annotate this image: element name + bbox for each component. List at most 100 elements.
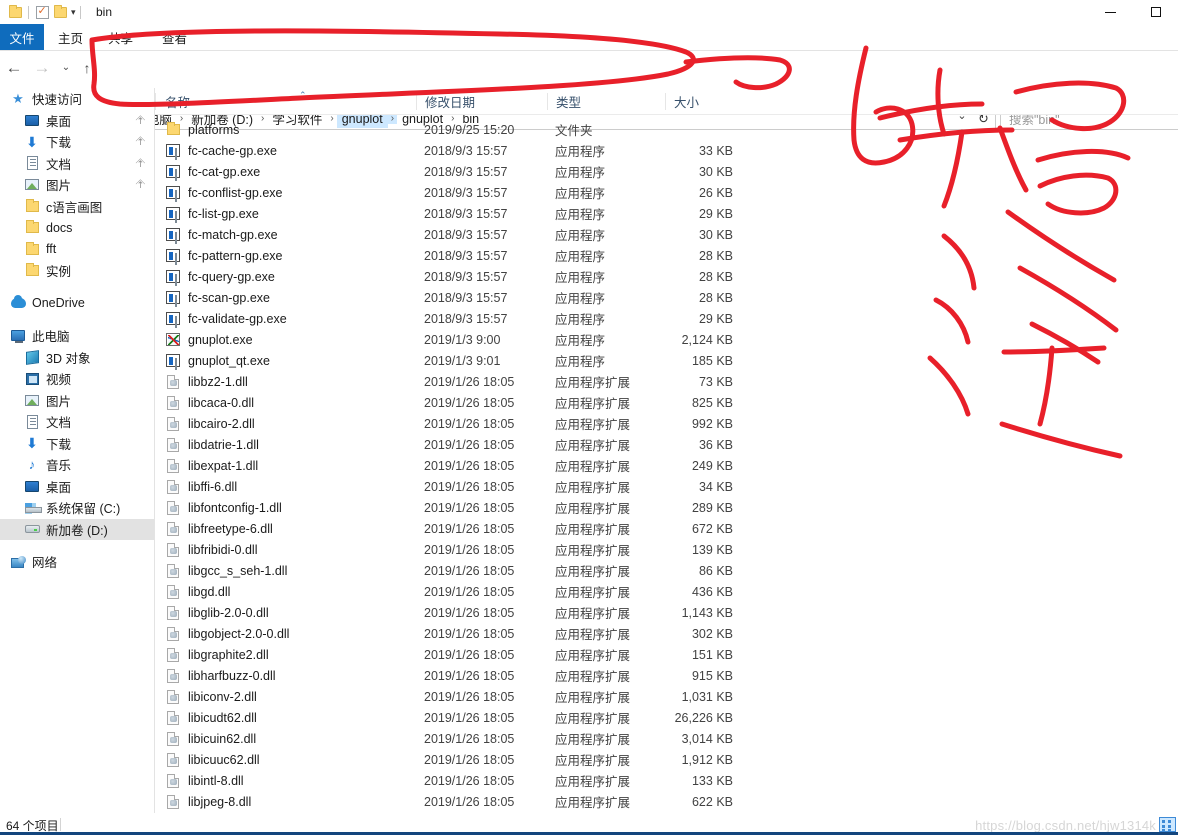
tab-home[interactable]: 主页 [58, 24, 83, 50]
up-button[interactable]: ↑ [76, 51, 98, 84]
new-folder-icon[interactable] [51, 4, 69, 22]
table-row[interactable]: libexpat-1.dll 2019/1/26 18:05 应用程序扩展 249 K… [155, 455, 1178, 476]
file-name-cell[interactable]: fc-cache-gp.exe [165, 143, 277, 159]
table-row[interactable]: gnuplot.exe 2019/1/3 9:00 应用程序 2,124 KB [155, 329, 1178, 350]
sidebar-item-6[interactable]: docs [0, 217, 154, 239]
file-name-cell[interactable]: libexpat-1.dll [165, 458, 258, 474]
tab-share[interactable]: 共享 [108, 24, 133, 50]
table-row[interactable]: libicuin62.dll 2019/1/26 18:05 应用程序扩展 3,014… [155, 728, 1178, 749]
table-row[interactable]: libiconv-2.dll 2019/1/26 18:05 应用程序扩展 1,031… [155, 686, 1178, 707]
sidebar-item-2[interactable]: ⬇ 下载 ⇱ [0, 131, 154, 153]
table-row[interactable]: libgd.dll 2019/1/26 18:05 应用程序扩展 436 KB [155, 581, 1178, 602]
table-row[interactable]: libbz2-1.dll 2019/1/26 18:05 应用程序扩展 73 KB [155, 371, 1178, 392]
sidebar-item-20[interactable]: 系统保留 (C:) [0, 497, 154, 519]
table-row[interactable]: gnuplot_qt.exe 2019/1/3 9:01 应用程序 185 KB [155, 350, 1178, 371]
sidebar-item-12[interactable]: 此电脑 [0, 325, 154, 347]
table-row[interactable]: fc-pattern-gp.exe 2018/9/3 15:57 应用程序 28 KB [155, 245, 1178, 266]
file-name-cell[interactable]: platforms [165, 122, 239, 138]
minimize-button[interactable] [1088, 0, 1133, 24]
pin-icon[interactable]: ⇱ [134, 178, 146, 191]
column-header-name[interactable]: 名称 ⌃ [165, 88, 307, 115]
file-name-cell[interactable]: fc-validate-gp.exe [165, 311, 287, 327]
table-row[interactable]: libffi-6.dll 2019/1/26 18:05 应用程序扩展 34 KB [155, 476, 1178, 497]
sidebar-item-7[interactable]: fft [0, 239, 154, 261]
file-name-cell[interactable]: libdatrie-1.dll [165, 437, 259, 453]
sidebar-item-19[interactable]: 桌面 [0, 476, 154, 498]
file-name-cell[interactable]: libicuin62.dll [165, 731, 256, 747]
file-name-cell[interactable]: fc-cat-gp.exe [165, 164, 260, 180]
sidebar-item-8[interactable]: 实例 [0, 260, 154, 282]
table-row[interactable]: fc-validate-gp.exe 2018/9/3 15:57 应用程序 29 K… [155, 308, 1178, 329]
navigation-pane[interactable]: ★ 快速访问 桌面 ⇱ ⬇ 下载 ⇱ 文档 ⇱ 图片 ⇱ c语言画图 docs fft 实例 OneDrive… [0, 88, 154, 813]
chevron-down-icon[interactable]: ▾ [71, 7, 76, 18]
table-row[interactable]: libcaca-0.dll 2019/1/26 18:05 应用程序扩展 825 KB [155, 392, 1178, 413]
file-name-cell[interactable]: fc-list-gp.exe [165, 206, 259, 222]
properties-checkbox-icon[interactable] [33, 4, 51, 22]
sidebar-item-23[interactable]: 网络 [0, 551, 154, 573]
sidebar-item-14[interactable]: 视频 [0, 368, 154, 390]
table-row[interactable]: fc-scan-gp.exe 2018/9/3 15:57 应用程序 28 KB [155, 287, 1178, 308]
sidebar-item-17[interactable]: ⬇ 下载 [0, 433, 154, 455]
table-row[interactable]: fc-list-gp.exe 2018/9/3 15:57 应用程序 29 KB [155, 203, 1178, 224]
sidebar-item-18[interactable]: ♪ 音乐 [0, 454, 154, 476]
file-name-cell[interactable]: libfreetype-6.dll [165, 521, 273, 537]
table-row[interactable]: libdatrie-1.dll 2019/1/26 18:05 应用程序扩展 36 K… [155, 434, 1178, 455]
sidebar-item-0[interactable]: ★ 快速访问 [0, 88, 154, 110]
back-button[interactable]: ← [0, 51, 28, 84]
table-row[interactable]: libicudt62.dll 2019/1/26 18:05 应用程序扩展 26,22… [155, 707, 1178, 728]
file-name-cell[interactable]: libiconv-2.dll [165, 689, 257, 705]
tab-file[interactable]: 文件 [0, 24, 44, 50]
file-name-cell[interactable]: fc-conflist-gp.exe [165, 185, 282, 201]
sidebar-item-21[interactable]: 新加卷 (D:) [0, 518, 154, 540]
recent-locations-chevron-down-icon[interactable]: ⌄ [56, 51, 76, 84]
sidebar-item-13[interactable]: 3D 对象 [0, 347, 154, 369]
qat-folder-icon[interactable] [6, 4, 24, 22]
table-row[interactable]: libfreetype-6.dll 2019/1/26 18:05 应用程序扩展 67… [155, 518, 1178, 539]
file-name-cell[interactable]: libgobject-2.0-0.dll [165, 626, 289, 642]
pin-icon[interactable]: ⇱ [134, 114, 146, 127]
table-row[interactable]: libicuuc62.dll 2019/1/26 18:05 应用程序扩展 1,912… [155, 749, 1178, 770]
sidebar-item-3[interactable]: 文档 ⇱ [0, 153, 154, 175]
file-name-cell[interactable]: libfontconfig-1.dll [165, 500, 282, 516]
file-name-cell[interactable]: libbz2-1.dll [165, 374, 248, 390]
file-name-cell[interactable]: libicudt62.dll [165, 710, 257, 726]
table-row[interactable]: fc-cat-gp.exe 2018/9/3 15:57 应用程序 30 KB [155, 161, 1178, 182]
column-header-date[interactable]: 修改日期 [416, 93, 475, 110]
file-name-cell[interactable]: libintl-8.dll [165, 773, 244, 789]
column-header-type[interactable]: 类型 [547, 93, 581, 110]
table-row[interactable]: fc-cache-gp.exe 2018/9/3 15:57 应用程序 33 KB [155, 140, 1178, 161]
sidebar-item-4[interactable]: 图片 ⇱ [0, 174, 154, 196]
forward-button[interactable]: → [28, 51, 56, 84]
table-row[interactable]: libcairo-2.dll 2019/1/26 18:05 应用程序扩展 992 K… [155, 413, 1178, 434]
table-row[interactable]: libfribidi-0.dll 2019/1/26 18:05 应用程序扩展 139… [155, 539, 1178, 560]
sidebar-item-15[interactable]: 图片 [0, 390, 154, 412]
table-row[interactable]: fc-conflist-gp.exe 2018/9/3 15:57 应用程序 26 K… [155, 182, 1178, 203]
file-name-cell[interactable]: fc-match-gp.exe [165, 227, 278, 243]
file-name-cell[interactable]: libgd.dll [165, 584, 230, 600]
table-row[interactable]: libglib-2.0-0.dll 2019/1/26 18:05 应用程序扩展 1,… [155, 602, 1178, 623]
table-row[interactable]: libjpeg-8.dll 2019/1/26 18:05 应用程序扩展 622 KB [155, 791, 1178, 812]
table-row[interactable]: libharfbuzz-0.dll 2019/1/26 18:05 应用程序扩展 91… [155, 665, 1178, 686]
pin-icon[interactable]: ⇱ [134, 135, 146, 148]
maximize-button[interactable] [1133, 0, 1178, 24]
sidebar-item-1[interactable]: 桌面 ⇱ [0, 110, 154, 132]
table-row[interactable]: libintl-8.dll 2019/1/26 18:05 应用程序扩展 133 KB [155, 770, 1178, 791]
table-row[interactable]: fc-match-gp.exe 2018/9/3 15:57 应用程序 30 KB [155, 224, 1178, 245]
file-name-cell[interactable]: libgcc_s_seh-1.dll [165, 563, 287, 579]
file-name-cell[interactable]: libcairo-2.dll [165, 416, 255, 432]
table-row[interactable]: libgcc_s_seh-1.dll 2019/1/26 18:05 应用程序扩展 8… [155, 560, 1178, 581]
file-name-cell[interactable]: gnuplot_qt.exe [165, 353, 270, 369]
pin-icon[interactable]: ⇱ [134, 157, 146, 170]
tab-view[interactable]: 查看 [162, 24, 187, 50]
sidebar-item-10[interactable]: OneDrive [0, 293, 154, 315]
table-row[interactable]: libgraphite2.dll 2019/1/26 18:05 应用程序扩展 151… [155, 644, 1178, 665]
file-name-cell[interactable]: fc-pattern-gp.exe [165, 248, 283, 264]
table-row[interactable]: libgobject-2.0-0.dll 2019/1/26 18:05 应用程序扩… [155, 623, 1178, 644]
file-name-cell[interactable]: libfribidi-0.dll [165, 542, 257, 558]
table-row[interactable]: libfontconfig-1.dll 2019/1/26 18:05 应用程序扩展… [155, 497, 1178, 518]
details-view-button[interactable] [1159, 817, 1176, 832]
file-list[interactable]: platforms 2019/9/25 15:20 文件夹 fc-cache-gp.e… [155, 119, 1178, 813]
file-name-cell[interactable]: fc-scan-gp.exe [165, 290, 270, 306]
file-name-cell[interactable]: libicuuc62.dll [165, 752, 260, 768]
file-name-cell[interactable]: libffi-6.dll [165, 479, 237, 495]
